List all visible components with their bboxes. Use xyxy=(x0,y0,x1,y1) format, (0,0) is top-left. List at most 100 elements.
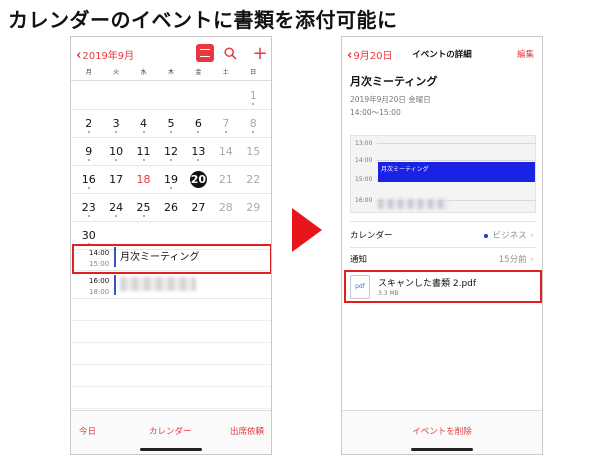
month-label: 2019年9月 xyxy=(82,51,135,62)
event-dot xyxy=(169,159,172,161)
calendar-tab-bar: 今日 カレンダー 出席依頼 xyxy=(71,410,271,454)
day-number: 9 xyxy=(85,145,93,158)
day-number: 19 xyxy=(163,173,178,186)
day-cell[interactable]: 28 xyxy=(212,194,239,221)
alert-row-label: 通知 xyxy=(350,255,368,265)
day-number: 14 xyxy=(218,145,233,158)
inbox-button[interactable]: 出席依頼 xyxy=(230,425,264,437)
day-cell[interactable]: 3 xyxy=(102,110,129,137)
week-row: 16 17 18 19 20 21 22 xyxy=(71,166,271,194)
event-row[interactable]: 16:00 18:00 xyxy=(71,271,271,299)
day-cell[interactable]: 22 xyxy=(240,166,267,193)
calendar-row-label: カレンダー xyxy=(350,231,393,241)
weekday-label: 土 xyxy=(222,69,229,76)
day-cell[interactable]: 12 xyxy=(157,138,184,165)
weekday-label: 金 xyxy=(195,69,202,76)
hour-label: 13:00 xyxy=(355,140,373,147)
event-dot xyxy=(169,131,172,133)
day-cell[interactable]: 25 xyxy=(130,194,157,221)
search-icon[interactable] xyxy=(221,44,239,62)
divider xyxy=(350,247,536,248)
calendar-value: ビジネス xyxy=(492,231,527,241)
day-cell[interactable]: 17 xyxy=(102,166,129,193)
day-number: 8 xyxy=(249,117,257,130)
day-number: 1 xyxy=(249,89,257,102)
event-dot xyxy=(115,159,118,161)
event-dot xyxy=(197,159,200,161)
day-number: 30 xyxy=(81,229,96,242)
empty-cell xyxy=(212,82,239,109)
event-dot xyxy=(87,187,90,189)
calendar-month-screen: ‹2019年9月 + 月火水木金土日 1 2 3 4 5 6 7 8 9 10 11 12 13 14 15… xyxy=(70,36,272,455)
day-number: 6 xyxy=(194,117,202,130)
week-row: 23 24 25 26 27 28 29 xyxy=(71,194,271,222)
weekday-header: 月火水木金土日 xyxy=(71,67,271,81)
empty-cell xyxy=(130,82,157,109)
day-number: 16 xyxy=(81,173,96,186)
event-highlight-box xyxy=(72,244,271,274)
day-cell[interactable]: 14 xyxy=(212,138,239,165)
event-dot xyxy=(87,131,90,133)
home-indicator xyxy=(411,448,473,451)
day-cell[interactable]: 19 xyxy=(157,166,184,193)
day-cell[interactable]: 23 xyxy=(75,194,102,221)
chevron-right-icon: › xyxy=(530,255,534,265)
event-start-time: 16:00 xyxy=(89,277,110,285)
day-cell[interactable]: 2 xyxy=(75,110,102,137)
delete-bar: イベントを削除 xyxy=(342,410,542,454)
day-cell[interactable]: 26 xyxy=(157,194,184,221)
weekday-label: 月 xyxy=(85,69,92,76)
edit-button[interactable]: 編集 xyxy=(517,48,534,60)
back-to-year-button[interactable]: ‹2019年9月 xyxy=(76,47,134,63)
day-cell[interactable]: 29 xyxy=(240,194,267,221)
day-number: 2 xyxy=(85,117,93,130)
event-end-time: 18:00 xyxy=(89,288,110,296)
arrow-right-icon xyxy=(292,208,322,252)
day-cell[interactable]: 16 xyxy=(75,166,102,193)
day-cell[interactable]: 15 xyxy=(240,138,267,165)
alert-row-value[interactable]: 15分前 › xyxy=(499,253,534,265)
today-button[interactable]: 今日 xyxy=(79,425,96,437)
blurred-event-title xyxy=(120,277,196,291)
day-cell[interactable]: 8 xyxy=(240,110,267,137)
day-cell[interactable]: 1 xyxy=(240,82,267,109)
day-cell[interactable]: 27 xyxy=(185,194,212,221)
day-cell[interactable]: 11 xyxy=(130,138,157,165)
calendar-row-value[interactable]: ビジネス › xyxy=(483,229,534,241)
day-number: 3 xyxy=(112,117,120,130)
chevron-left-icon: ‹ xyxy=(76,48,82,63)
day-cell[interactable]: 24 xyxy=(102,194,129,221)
day-cell[interactable]: 7 xyxy=(212,110,239,137)
add-icon[interactable]: + xyxy=(251,43,269,64)
day-cell[interactable]: 18 xyxy=(130,166,157,193)
day-number: 26 xyxy=(163,201,178,214)
weekday-label: 木 xyxy=(167,69,174,76)
week-row: 2 3 4 5 6 7 8 xyxy=(71,110,271,138)
day-number: 29 xyxy=(246,201,261,214)
day-cell[interactable]: 6 xyxy=(185,110,212,137)
calendars-button[interactable]: カレンダー xyxy=(149,425,192,437)
alert-value: 15分前 xyxy=(498,255,527,265)
weekday-label: 水 xyxy=(140,69,147,76)
list-view-icon[interactable] xyxy=(196,44,214,62)
calendar-color-dot xyxy=(483,233,488,238)
chevron-right-icon: › xyxy=(530,231,534,241)
empty-cell xyxy=(75,82,102,109)
event-time: 14:00〜15:00 xyxy=(350,108,401,117)
day-cell[interactable]: 4 xyxy=(130,110,157,137)
day-cell[interactable]: 13 xyxy=(185,138,212,165)
day-cell[interactable]: 10 xyxy=(102,138,129,165)
day-cell[interactable]: 5 xyxy=(157,110,184,137)
event-dot xyxy=(142,215,145,217)
day-number: 12 xyxy=(163,145,178,158)
day-cell[interactable]: 20 xyxy=(185,166,212,193)
event-detail-screen: ‹9月20日 イベントの詳細 編集 月次ミーティング 2019年9月20日 金曜… xyxy=(341,36,543,455)
day-number: 5 xyxy=(167,117,175,130)
day-cell[interactable]: 21 xyxy=(212,166,239,193)
day-number: 18 xyxy=(136,173,151,186)
day-cell[interactable]: 9 xyxy=(75,138,102,165)
event-dot xyxy=(87,159,90,161)
hour-label: 16:00 xyxy=(355,197,373,204)
delete-event-button[interactable]: イベントを削除 xyxy=(342,425,542,437)
mini-event-block: 月次ミーティング xyxy=(378,162,535,182)
